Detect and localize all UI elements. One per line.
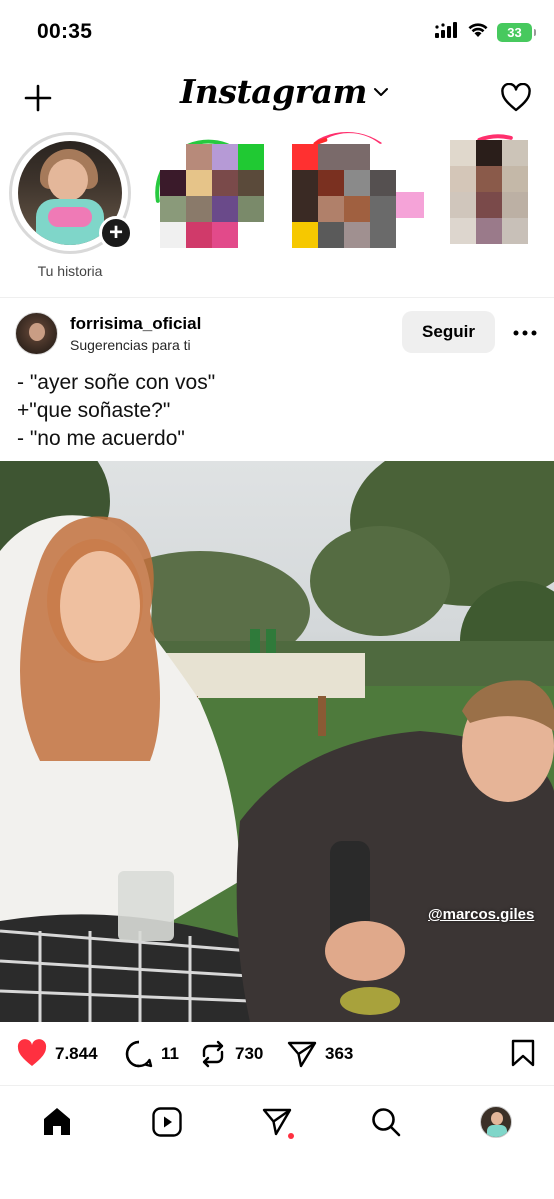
top-bar: Instagram — [0, 66, 554, 130]
caption-line: - "no me acuerdo" — [17, 427, 185, 450]
stories-tray: + Tu historia — [0, 130, 554, 290]
photo-scene — [0, 461, 554, 1022]
wifi-icon — [467, 22, 489, 43]
status-bar: 00:35 33 — [0, 0, 554, 66]
caption-line: - "ayer soñe con vos" — [17, 371, 216, 394]
user-tag[interactable]: @marcos.giles — [428, 906, 534, 923]
nav-home[interactable] — [37, 1102, 77, 1142]
blurred-story-avatar — [450, 140, 528, 244]
status-time: 00:35 — [37, 20, 93, 43]
comment-icon — [125, 1040, 153, 1068]
search-icon — [372, 1108, 401, 1137]
repost-button[interactable]: 730 — [198, 1039, 263, 1069]
reels-icon — [152, 1107, 182, 1137]
save-button[interactable] — [510, 1038, 536, 1073]
follow-button[interactable]: Seguir — [402, 311, 495, 353]
heart-filled-icon — [17, 1039, 47, 1066]
blurred-story-avatar — [292, 144, 396, 248]
status-icons: 33 — [435, 22, 536, 43]
repost-icon — [202, 1040, 224, 1068]
profile-avatar — [480, 1106, 512, 1138]
like-count: 7.844 — [55, 1043, 98, 1063]
post-photo: @marcos.giles — [0, 461, 554, 1022]
post-caption-overlay: - "ayer soñe con vos" +"que soñaste?" - … — [17, 369, 215, 453]
post-author-avatar[interactable] — [15, 312, 58, 355]
more-options-button[interactable] — [510, 318, 540, 348]
caption-line: +"que soñaste?" — [17, 399, 171, 422]
battery-icon: 33 — [497, 23, 536, 42]
more-icon — [513, 330, 537, 336]
chevron-down-icon — [373, 87, 388, 96]
comment-button[interactable]: 11 — [124, 1039, 179, 1069]
share-icon — [287, 1041, 317, 1068]
notification-dot — [288, 1133, 294, 1139]
signal-icon — [435, 22, 459, 43]
post-header: forrisima_oficial Sugerencias para ti Se… — [0, 297, 554, 367]
battery-level: 33 — [507, 25, 522, 40]
story-item[interactable] — [440, 130, 554, 254]
home-icon — [44, 1108, 70, 1135]
bookmark-icon — [511, 1039, 535, 1067]
bottom-nav — [0, 1087, 554, 1199]
story-item[interactable] — [286, 130, 424, 254]
plus-icon — [24, 84, 52, 112]
create-button[interactable] — [20, 80, 56, 116]
post-media[interactable]: - "ayer soñe con vos" +"que soñaste?" - … — [0, 367, 554, 1022]
own-story-label: Tu historia — [37, 263, 103, 279]
instagram-logo: Instagram — [180, 72, 367, 111]
nav-direct[interactable] — [257, 1102, 297, 1142]
nav-search[interactable] — [366, 1102, 406, 1142]
post-suggestion-label: Sugerencias para ti — [70, 337, 191, 353]
blurred-story-avatar — [160, 144, 264, 248]
comment-count: 11 — [161, 1044, 179, 1063]
notifications-button[interactable] — [498, 80, 534, 116]
like-button[interactable]: 7.844 — [16, 1039, 98, 1068]
post-actions: 7.844 11 730 363 — [0, 1022, 554, 1086]
post-username[interactable]: forrisima_oficial — [70, 314, 201, 334]
heart-icon — [501, 83, 531, 112]
feed-switcher[interactable]: Instagram — [180, 72, 389, 111]
story-own[interactable]: + — [9, 130, 133, 254]
share-button[interactable]: 363 — [286, 1039, 353, 1069]
nav-profile[interactable] — [476, 1102, 516, 1142]
repost-count: 730 — [235, 1044, 264, 1063]
nav-reels[interactable] — [147, 1102, 187, 1142]
add-story-plus-icon[interactable]: + — [99, 216, 133, 250]
share-count: 363 — [325, 1044, 354, 1063]
story-item[interactable] — [148, 130, 272, 254]
blurred-pixel — [396, 192, 424, 218]
